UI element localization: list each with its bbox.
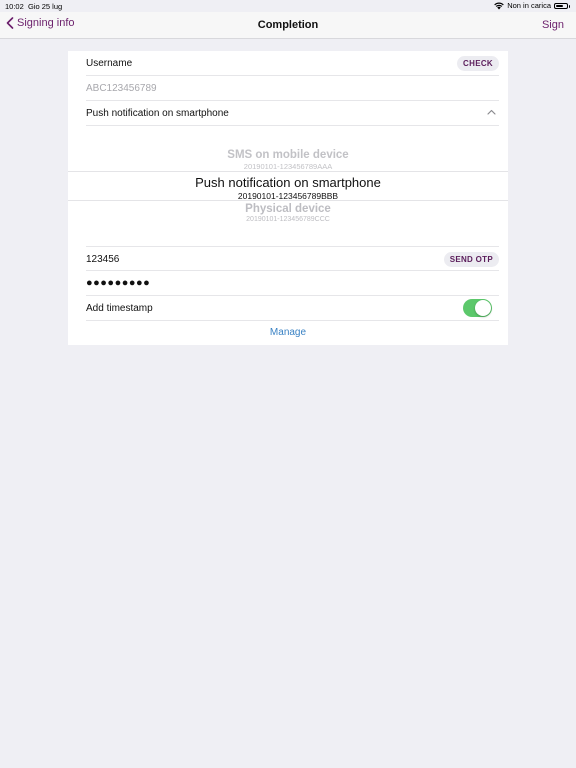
picker-option-physical[interactable]: Physical device 20190101-123456789CCC <box>68 203 508 223</box>
status-date: Gio 25 lug <box>28 2 63 11</box>
username-value: ABC123456789 <box>86 83 157 94</box>
chevron-up-icon[interactable] <box>487 109 496 115</box>
picker-option-subtitle: 20190101-123456789CCC <box>246 216 330 223</box>
status-right: Non in carica <box>494 1 570 10</box>
picker-option-push[interactable]: Push notification on smartphone 20190101… <box>68 175 508 201</box>
status-time: 10:02 <box>5 2 24 11</box>
picker-option-title: Physical device <box>245 203 331 215</box>
picker-option-subtitle: 20190101-123456789BBB <box>237 191 339 201</box>
wifi-icon <box>494 2 504 9</box>
page-title: Completion <box>257 19 319 31</box>
status-bar: 10:02 Gio 25 lug Non in carica <box>0 0 576 12</box>
manage-link[interactable]: Manage <box>68 327 508 338</box>
picker-option-title: SMS on mobile device <box>227 149 349 161</box>
sign-button[interactable]: Sign <box>542 19 564 31</box>
picker-option-sms[interactable]: SMS on mobile device 20190101-123456789A… <box>68 149 508 171</box>
method-selector[interactable]: Push notification on smartphone <box>86 101 499 126</box>
completion-form: Username CHECK ABC123456789 Push notific… <box>68 51 508 345</box>
password-field[interactable]: ●●●●●●●●● <box>86 277 150 289</box>
send-otp-button[interactable]: SEND OTP <box>443 252 499 267</box>
picker-option-title: Push notification on smartphone <box>195 175 381 190</box>
method-label: Push notification on smartphone <box>86 108 229 119</box>
password-row: ●●●●●●●●● <box>86 271 499 296</box>
timestamp-toggle[interactable] <box>463 299 492 317</box>
battery-icon <box>554 2 570 9</box>
navigation-bar: Signing info Completion Sign <box>0 12 576 39</box>
username-row: Username CHECK <box>86 51 499 76</box>
check-button[interactable]: CHECK <box>457 56 499 71</box>
username-label: Username <box>86 58 133 69</box>
timestamp-label: Add timestamp <box>86 303 153 314</box>
username-field[interactable]: ABC123456789 <box>86 76 499 101</box>
toggle-knob <box>475 300 491 316</box>
picker-selection-top-line <box>68 171 508 172</box>
otp-row: 123456 SEND OTP <box>86 246 499 271</box>
timestamp-row: Add timestamp <box>86 296 499 321</box>
method-picker[interactable]: SMS on mobile device 20190101-123456789A… <box>68 126 508 246</box>
charging-status: Non in carica <box>507 1 551 10</box>
picker-option-subtitle: 20190101-123456789AAA <box>243 162 333 171</box>
otp-field[interactable]: 123456 <box>86 254 119 265</box>
